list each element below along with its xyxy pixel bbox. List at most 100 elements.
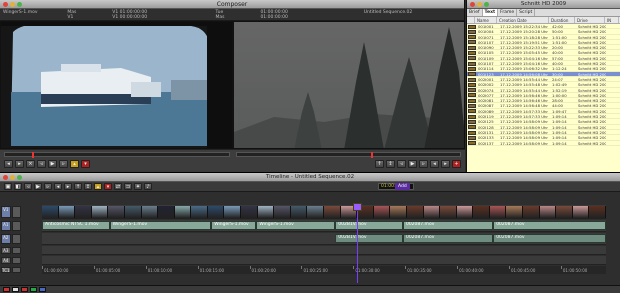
clip-thumbnail[interactable] bbox=[556, 206, 573, 218]
play-icon[interactable]: ▶ bbox=[34, 183, 42, 190]
clip-icon[interactable] bbox=[468, 104, 476, 109]
effect-mode-icon[interactable]: ✦ bbox=[134, 183, 142, 190]
overwrite-icon[interactable]: ▾ bbox=[81, 160, 90, 168]
timeline-clip[interactable]: 002087.mov bbox=[402, 221, 494, 230]
tool-icon[interactable] bbox=[12, 287, 19, 292]
timeline-clip[interactable]: 002087.mov bbox=[402, 234, 494, 243]
clip-icon[interactable] bbox=[468, 56, 476, 61]
clip-icon[interactable] bbox=[468, 130, 476, 135]
clip-thumbnail[interactable] bbox=[440, 206, 457, 218]
track-lane-a2[interactable]: 002B1V.mov 002087.mov 002087.mov bbox=[42, 233, 606, 245]
add-edit-icon[interactable]: + bbox=[452, 160, 461, 168]
clip-icon[interactable] bbox=[468, 141, 476, 146]
clip-thumbnail[interactable] bbox=[589, 206, 606, 218]
source-position-indicator[interactable] bbox=[31, 152, 34, 158]
track-label[interactable]: A3 bbox=[1, 247, 11, 254]
clip-thumbnail[interactable] bbox=[224, 206, 242, 218]
add-mode-button[interactable]: Add bbox=[395, 183, 410, 190]
track-label[interactable]: A1 bbox=[1, 221, 11, 231]
clip-icon[interactable] bbox=[468, 114, 476, 119]
segment-mode-icon[interactable]: ⇄ bbox=[114, 183, 122, 190]
lift-icon[interactable]: ↑ bbox=[375, 160, 384, 168]
record-icon[interactable] bbox=[3, 287, 10, 292]
column-header-duration[interactable]: Duration bbox=[549, 17, 575, 23]
clip-icon[interactable] bbox=[468, 45, 476, 50]
clip-thumbnail[interactable] bbox=[406, 206, 424, 218]
clip-icon[interactable] bbox=[468, 72, 476, 77]
clip-thumbnail[interactable] bbox=[290, 206, 308, 218]
clip-thumbnail[interactable] bbox=[42, 206, 59, 218]
clip-thumbnail[interactable] bbox=[390, 206, 407, 218]
clip-icon[interactable] bbox=[468, 61, 476, 66]
column-header-drive[interactable]: Drive bbox=[575, 17, 605, 23]
clip-icon[interactable] bbox=[468, 35, 476, 40]
track-lane-a4[interactable] bbox=[42, 256, 606, 265]
clip-icon[interactable] bbox=[468, 93, 476, 98]
clip-icon[interactable] bbox=[468, 98, 476, 103]
clip-thumbnail[interactable] bbox=[141, 206, 159, 218]
overwrite-icon[interactable]: ▾ bbox=[104, 183, 112, 190]
clip-icon[interactable] bbox=[468, 29, 476, 34]
column-header-in[interactable]: IN bbox=[605, 17, 619, 23]
video-quality-icon[interactable]: ◧ bbox=[14, 183, 22, 190]
track-label[interactable]: V1 bbox=[1, 206, 11, 218]
composer-titlebar[interactable]: Composer bbox=[0, 0, 464, 9]
track-patch[interactable]: A3 bbox=[0, 246, 22, 255]
track-selector[interactable] bbox=[11, 221, 21, 231]
clip-icon[interactable] bbox=[468, 82, 476, 87]
track-lane-a1[interactable]: Anticosmic NTSC 1.mov WingerS-1.mov Wing… bbox=[42, 220, 606, 232]
timecode-ruler[interactable]: 01:00:00:00 01:00:05:00 01:00:10:00 01:00:1… bbox=[42, 266, 606, 274]
track-selector[interactable] bbox=[11, 234, 21, 244]
source-monitor[interactable] bbox=[0, 21, 233, 149]
track-label[interactable]: A4 bbox=[1, 257, 11, 264]
position-indicator[interactable] bbox=[357, 211, 358, 283]
mark-out-icon[interactable]: ▸ bbox=[64, 183, 72, 190]
column-header-name[interactable]: Name bbox=[475, 17, 497, 23]
step-forward-icon[interactable]: ▹ bbox=[59, 160, 68, 168]
play-icon[interactable]: ▶ bbox=[48, 160, 57, 168]
mark-out-icon[interactable]: ▸ bbox=[15, 160, 24, 168]
mark-out-icon-2[interactable]: ▸ bbox=[441, 160, 450, 168]
tool-icon[interactable] bbox=[39, 287, 46, 292]
clip-thumbnail[interactable] bbox=[373, 206, 391, 218]
track-selector[interactable] bbox=[11, 206, 21, 218]
clip-thumbnail[interactable] bbox=[539, 206, 557, 218]
tab-frame[interactable]: Frame bbox=[498, 9, 518, 16]
clip-thumbnail[interactable] bbox=[572, 206, 590, 218]
clip-icon[interactable] bbox=[468, 40, 476, 45]
tool-icon[interactable] bbox=[30, 287, 37, 292]
clip-thumbnail[interactable] bbox=[108, 206, 125, 218]
timeline-clip[interactable]: 002B1V.mov bbox=[335, 221, 403, 230]
record-position-indicator[interactable] bbox=[370, 152, 373, 158]
clip-thumbnail[interactable] bbox=[274, 206, 291, 218]
record-position-bar[interactable] bbox=[235, 152, 461, 158]
clip-thumbnail[interactable] bbox=[423, 206, 441, 218]
mark-in-icon[interactable]: ◂ bbox=[4, 160, 13, 168]
source-position-bar[interactable] bbox=[4, 152, 230, 158]
clip-icon[interactable] bbox=[468, 119, 476, 124]
tab-brief[interactable]: Brief bbox=[467, 9, 483, 16]
clip-thumbnail[interactable] bbox=[241, 206, 258, 218]
track-selector[interactable] bbox=[11, 257, 21, 264]
mark-in-icon[interactable]: ◂ bbox=[54, 183, 62, 190]
clip-thumbnail[interactable] bbox=[307, 206, 324, 218]
track-patch[interactable]: A1 bbox=[0, 220, 22, 232]
clip-thumbnail[interactable] bbox=[75, 206, 92, 218]
clip-thumbnail[interactable] bbox=[58, 206, 76, 218]
clip-thumbnail[interactable] bbox=[91, 206, 109, 218]
timeline-clip[interactable]: Anticosmic NTSC 1.mov bbox=[42, 221, 110, 230]
timeline-titlebar[interactable]: Timeline - Untitled Sequence.02 bbox=[0, 173, 620, 182]
splice-in-icon[interactable]: ▴ bbox=[94, 183, 102, 190]
clip-thumbnail[interactable] bbox=[473, 206, 490, 218]
audio-mixer-icon[interactable]: ♪ bbox=[144, 183, 152, 190]
clip-icon[interactable] bbox=[468, 135, 476, 140]
track-lane-v1[interactable] bbox=[42, 205, 606, 219]
clip-icon[interactable] bbox=[468, 66, 476, 71]
play-icon-2[interactable]: ▶ bbox=[408, 160, 417, 168]
trim-mode-icon[interactable]: ⊐ bbox=[124, 183, 132, 190]
clip-icon[interactable] bbox=[468, 109, 476, 114]
track-label[interactable]: A2 bbox=[1, 234, 11, 244]
clip-thumbnail[interactable] bbox=[506, 206, 524, 218]
splice-in-icon[interactable]: ▴ bbox=[70, 160, 79, 168]
step-back-icon-2[interactable]: ◃ bbox=[397, 160, 406, 168]
